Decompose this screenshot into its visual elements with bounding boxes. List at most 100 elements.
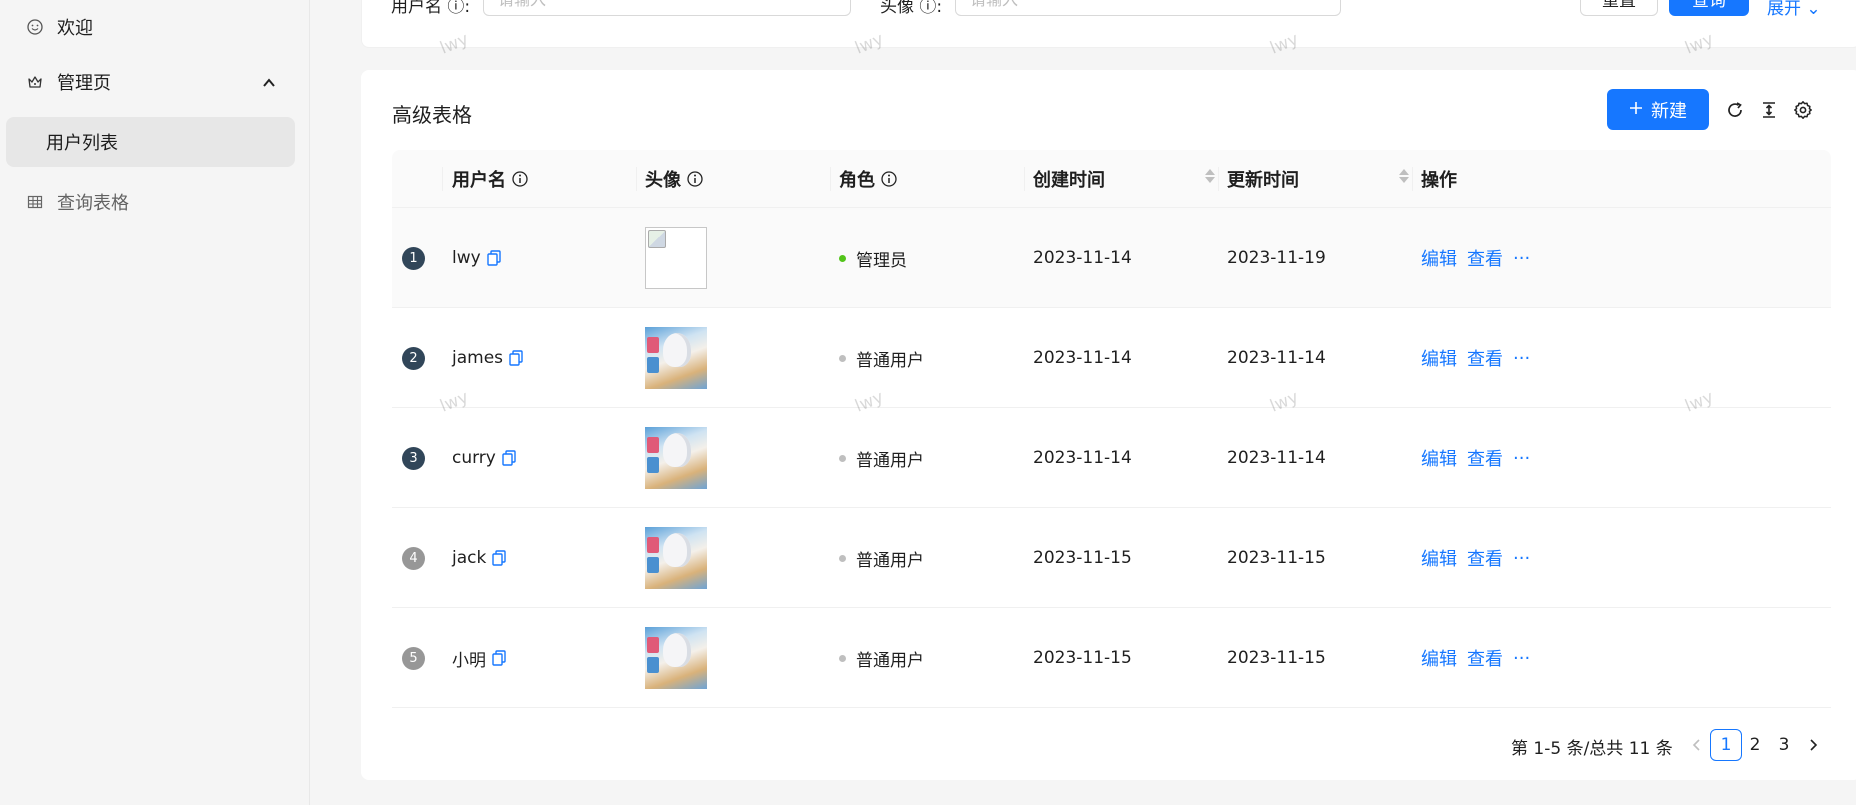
table-header: 用户名 头像 角色 创建时间 更新时间 操作	[392, 150, 1831, 208]
sidebar-item-label: 用户列表	[46, 133, 118, 154]
updated-cell: 2023-11-14	[1227, 348, 1326, 368]
copy-icon[interactable]	[509, 350, 523, 366]
more-icon[interactable]: ···	[1513, 448, 1530, 469]
role-cell: 普通用户	[856, 650, 924, 671]
table-row: 3 curry 普通用户 2023-11-14 2023-11-14 编辑 查看…	[392, 408, 1831, 508]
avatar-image[interactable]	[645, 527, 707, 589]
username-search-label: 用户名 ⓘ:	[391, 0, 471, 17]
more-icon[interactable]: ···	[1513, 348, 1530, 369]
created-cell: 2023-11-15	[1033, 648, 1132, 668]
updated-cell: 2023-11-19	[1227, 248, 1326, 268]
sidebar-item-label: 欢迎	[57, 18, 93, 39]
chevron-up-icon	[262, 74, 276, 95]
row-index: 1	[402, 246, 425, 270]
view-link[interactable]: 查看	[1467, 245, 1503, 271]
table-row: 2 james 普通用户 2023-11-14 2023-11-14 编辑 查看…	[392, 308, 1831, 408]
edit-link[interactable]: 编辑	[1421, 245, 1457, 271]
updated-cell: 2023-11-15	[1227, 648, 1326, 668]
column-header-updated[interactable]: 更新时间	[1227, 150, 1421, 208]
role-cell: 普通用户	[856, 450, 924, 471]
username-cell: 小明	[452, 650, 486, 671]
info-icon	[687, 171, 703, 187]
info-icon	[512, 171, 528, 187]
edit-link[interactable]: 编辑	[1421, 445, 1457, 471]
row-index: 5	[402, 646, 425, 670]
username-search-input[interactable]: 请输入	[483, 0, 851, 16]
edit-link[interactable]: 编辑	[1421, 645, 1457, 671]
sidebar-item-label: 查询表格	[57, 193, 129, 214]
view-link[interactable]: 查看	[1467, 645, 1503, 671]
table-card: 高级表格 新建 用户名 头像 角色 创建时间 更新时间 操作 1 lwy 管理员…	[361, 70, 1856, 780]
sidebar-item-query-table[interactable]: 查询表格	[0, 177, 310, 227]
settings-icon[interactable]	[1792, 99, 1814, 121]
role-cell: 普通用户	[856, 350, 924, 371]
expand-link[interactable]: 展开 ⌄	[1767, 0, 1821, 19]
sort-icon[interactable]	[1399, 169, 1409, 183]
table-icon	[26, 193, 44, 211]
next-page-icon[interactable]	[1798, 729, 1830, 761]
page-item[interactable]: 3	[1768, 729, 1800, 761]
prev-page-icon[interactable]	[1680, 729, 1712, 761]
column-header-avatar: 头像	[645, 150, 703, 208]
status-dot	[839, 454, 846, 462]
sidebar: 欢迎 管理页 用户列表 查询表格	[0, 0, 310, 805]
column-header-actions: 操作	[1421, 170, 1457, 191]
created-cell: 2023-11-14	[1033, 248, 1132, 268]
status-dot	[839, 554, 846, 562]
view-link[interactable]: 查看	[1467, 445, 1503, 471]
role-cell: 普通用户	[856, 550, 924, 571]
sidebar-item-label: 管理页	[57, 73, 111, 94]
avatar-image[interactable]	[645, 227, 707, 289]
plus-icon	[1629, 99, 1643, 120]
sidebar-item-user-list[interactable]: 用户列表	[6, 117, 295, 167]
pagination-total: 第 1-5 条/总共 11 条	[1511, 739, 1673, 759]
avatar-image[interactable]	[645, 627, 707, 689]
view-link[interactable]: 查看	[1467, 545, 1503, 571]
copy-icon[interactable]	[486, 250, 501, 266]
column-header-username: 用户名	[452, 150, 528, 208]
table-title: 高级表格	[392, 103, 472, 127]
username-cell: james	[452, 348, 504, 368]
created-cell: 2023-11-14	[1033, 348, 1132, 368]
row-index: 2	[402, 346, 425, 370]
new-button[interactable]: 新建	[1607, 89, 1709, 130]
status-dot	[839, 654, 846, 662]
username-cell: lwy	[452, 248, 481, 268]
copy-icon[interactable]	[502, 450, 516, 466]
avatar-search-input[interactable]: 请输入	[955, 0, 1341, 16]
row-index: 4	[402, 546, 425, 570]
table-row: 4 jack 普通用户 2023-11-15 2023-11-15 编辑 查看 …	[392, 508, 1831, 608]
role-cell: 管理员	[856, 250, 907, 271]
copy-icon[interactable]	[492, 650, 506, 666]
more-icon[interactable]: ···	[1513, 648, 1530, 669]
view-link[interactable]: 查看	[1467, 345, 1503, 371]
sidebar-item-welcome[interactable]: 欢迎	[0, 2, 310, 52]
density-icon[interactable]	[1758, 99, 1780, 121]
username-cell: jack	[452, 548, 487, 568]
page-item[interactable]: 2	[1739, 729, 1771, 761]
copy-icon[interactable]	[492, 550, 507, 566]
reload-icon[interactable]	[1724, 99, 1746, 121]
column-header-created[interactable]: 创建时间	[1033, 150, 1227, 208]
sort-icon[interactable]	[1205, 169, 1215, 183]
status-dot	[839, 354, 846, 362]
page-item[interactable]: 1	[1710, 729, 1742, 761]
more-icon[interactable]: ···	[1513, 248, 1530, 269]
avatar-search-label: 头像 ⓘ:	[880, 0, 943, 17]
table-row: 1 lwy 管理员 2023-11-14 2023-11-19 编辑 查看 ··…	[392, 208, 1831, 308]
username-cell: curry	[452, 448, 496, 468]
more-icon[interactable]: ···	[1513, 548, 1530, 569]
avatar-image[interactable]	[645, 327, 707, 389]
created-cell: 2023-11-14	[1033, 448, 1132, 468]
column-header-role: 角色	[839, 150, 897, 208]
row-index: 3	[402, 446, 425, 470]
table-row: 5 小明 普通用户 2023-11-15 2023-11-15 编辑 查看 ··…	[392, 608, 1831, 708]
edit-link[interactable]: 编辑	[1421, 545, 1457, 571]
info-icon	[881, 171, 897, 187]
avatar-image[interactable]	[645, 427, 707, 489]
sidebar-item-admin[interactable]: 管理页	[0, 57, 310, 107]
edit-link[interactable]: 编辑	[1421, 345, 1457, 371]
reset-button[interactable]: 重置	[1580, 0, 1658, 16]
crown-icon	[26, 73, 44, 91]
query-button[interactable]: 查询	[1669, 0, 1749, 16]
